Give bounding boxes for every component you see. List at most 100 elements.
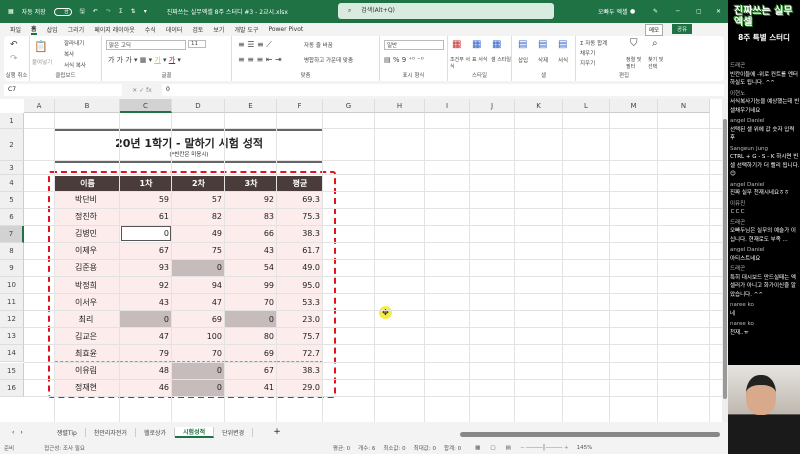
score-cell[interactable]: 75.3: [277, 208, 323, 226]
score-cell[interactable]: 23.0: [277, 310, 323, 329]
score-cell[interactable]: 49: [172, 225, 225, 243]
score-cell[interactable]: 53.3: [277, 293, 323, 312]
menu-tab[interactable]: 그리기: [68, 25, 85, 34]
score-cell[interactable]: 69: [225, 344, 277, 363]
autosave-toggle[interactable]: 끔: [53, 7, 72, 16]
zoom-slider[interactable]: ─ ─────┃───── +: [521, 445, 569, 451]
column-header[interactable]: H: [375, 99, 425, 113]
cell-style-button[interactable]: 셀 스타일: [491, 56, 511, 63]
score-cell[interactable]: 0: [120, 310, 172, 329]
score-cell[interactable]: 59: [120, 191, 172, 209]
merge-center-button[interactable]: 병합하고 가운데 맞춤: [304, 56, 353, 64]
avatar[interactable]: ●: [630, 8, 635, 15]
student-name[interactable]: 김교은: [55, 327, 120, 346]
fill-button[interactable]: 채우기: [580, 49, 595, 57]
format-painter-button[interactable]: 서식 복사: [64, 61, 86, 69]
score-cell[interactable]: 38.3: [277, 225, 323, 243]
column-header[interactable]: B: [55, 99, 120, 113]
column-header[interactable]: J: [470, 99, 515, 113]
customize-qat-icon[interactable]: ▾: [144, 8, 147, 15]
menu-tab[interactable]: Power Pivot: [268, 26, 303, 33]
normal-view-button[interactable]: ▦: [475, 445, 480, 451]
score-cell[interactable]: 47: [120, 327, 172, 346]
redo-icon[interactable]: ↷: [10, 54, 18, 64]
align-icons-2[interactable]: ≡ ≡ ≡ ⇤ ⇥: [238, 55, 282, 64]
wrap-text-button[interactable]: 자동 줄 바꿈: [304, 41, 333, 49]
score-cell[interactable]: 57: [172, 191, 225, 209]
accessibility-status[interactable]: 접근성: 조사 필요: [44, 444, 85, 452]
minimize-button[interactable]: ─: [676, 8, 680, 15]
score-cell[interactable]: 54: [225, 259, 277, 277]
column-header[interactable]: L: [563, 99, 610, 113]
score-cell[interactable]: 41: [225, 379, 277, 397]
column-header[interactable]: D: [172, 99, 225, 113]
score-cell[interactable]: 61.7: [277, 242, 323, 260]
font-name-select[interactable]: 맑은 고딕: [106, 40, 186, 50]
row-header[interactable]: 16: [0, 379, 24, 397]
score-cell[interactable]: 0: [172, 379, 225, 397]
copy-button[interactable]: 복사: [64, 50, 74, 58]
row-header[interactable]: 5: [0, 191, 24, 209]
column-header[interactable]: C: [120, 99, 172, 113]
menu-tab[interactable]: 보기: [213, 25, 224, 34]
user-name[interactable]: 오빠두 엑셀: [598, 7, 628, 16]
sheet-tab[interactable]: 쟁렬Tip: [49, 427, 86, 437]
score-cell[interactable]: 46: [120, 379, 172, 397]
worksheet-grid[interactable]: 20년 1학기 - 말하기 시험 성적 (*빈칸은 미응시) 이름 1차 2차 3차 평…: [0, 99, 722, 422]
row-header[interactable]: 1: [0, 113, 24, 129]
score-cell[interactable]: 75: [172, 242, 225, 260]
student-name[interactable]: 이유림: [55, 361, 120, 380]
student-name[interactable]: 박단비: [55, 191, 120, 209]
score-cell[interactable]: 0: [172, 361, 225, 380]
align-icons[interactable]: ≡ ☰ ≡ ⟋: [238, 40, 272, 50]
insert-button[interactable]: 삽입: [518, 56, 528, 64]
score-cell[interactable]: 29.0: [277, 379, 323, 397]
row-header[interactable]: 9: [0, 259, 24, 277]
undo-icon[interactable]: ↶: [93, 8, 98, 15]
sheet-tab[interactable]: 천만리자전거: [86, 427, 136, 437]
score-cell[interactable]: 70: [225, 293, 277, 312]
menu-tab[interactable]: 삽입: [47, 25, 58, 34]
student-name[interactable]: 이서우: [55, 293, 120, 312]
name-box[interactable]: C7: [4, 84, 122, 96]
bold-italic-underline-buttons[interactable]: 가 가 가 ▾ ▦ ▾ 가 ▾ 가 ▾: [108, 55, 181, 65]
table-format-button[interactable]: 표 서식: [472, 56, 490, 63]
student-name[interactable]: 정진하: [55, 208, 120, 226]
row-header[interactable]: 15: [0, 362, 24, 380]
page-layout-button[interactable]: ▢: [490, 445, 495, 451]
number-format-icons[interactable]: ▤ % 9 ⁺⁰ ⁻⁰: [384, 56, 424, 64]
score-cell[interactable]: 47: [172, 293, 225, 312]
tab-scroll-left[interactable]: ‹: [12, 429, 14, 436]
column-header[interactable]: M: [610, 99, 658, 113]
page-break-button[interactable]: ▤: [506, 445, 511, 451]
score-cell[interactable]: 67: [225, 361, 277, 380]
score-cell[interactable]: 38.3: [277, 361, 323, 380]
score-cell[interactable]: 0: [172, 259, 225, 277]
horizontal-scrollbar[interactable]: [410, 426, 728, 440]
menu-tab[interactable]: 페이지 레이아웃: [94, 25, 135, 34]
conditional-format-button[interactable]: 조건부 서식: [450, 56, 470, 70]
score-cell[interactable]: 80: [225, 327, 277, 346]
score-cell[interactable]: 67: [120, 242, 172, 260]
column-header[interactable]: I: [425, 99, 470, 113]
zoom-level[interactable]: 145%: [577, 445, 593, 451]
score-cell[interactable]: 70: [172, 344, 225, 363]
formula-input[interactable]: 0: [162, 84, 724, 96]
score-cell[interactable]: 93: [120, 259, 172, 277]
score-cell[interactable]: 79: [120, 344, 172, 363]
sum-icon[interactable]: Σ: [119, 8, 123, 15]
close-button[interactable]: ✕: [716, 8, 721, 15]
student-name[interactable]: 김병민: [55, 225, 120, 243]
pen-icon[interactable]: ✎: [653, 8, 658, 15]
undo-icon[interactable]: ↶: [10, 40, 18, 50]
sheet-tab[interactable]: 시험성적: [175, 426, 215, 438]
maximize-button[interactable]: ▢: [696, 8, 702, 15]
sheet-tab[interactable]: 단위변경: [214, 427, 254, 437]
search-input[interactable]: ⌕ 검색(Alt+Q): [338, 3, 554, 19]
column-header[interactable]: A: [24, 99, 55, 113]
share-button[interactable]: 공유: [672, 24, 693, 34]
sort-filter-button[interactable]: 정렬 및 필터: [626, 56, 646, 70]
row-header[interactable]: 6: [0, 208, 24, 226]
score-cell[interactable]: 66: [225, 225, 277, 243]
row-header[interactable]: 4: [0, 175, 24, 192]
